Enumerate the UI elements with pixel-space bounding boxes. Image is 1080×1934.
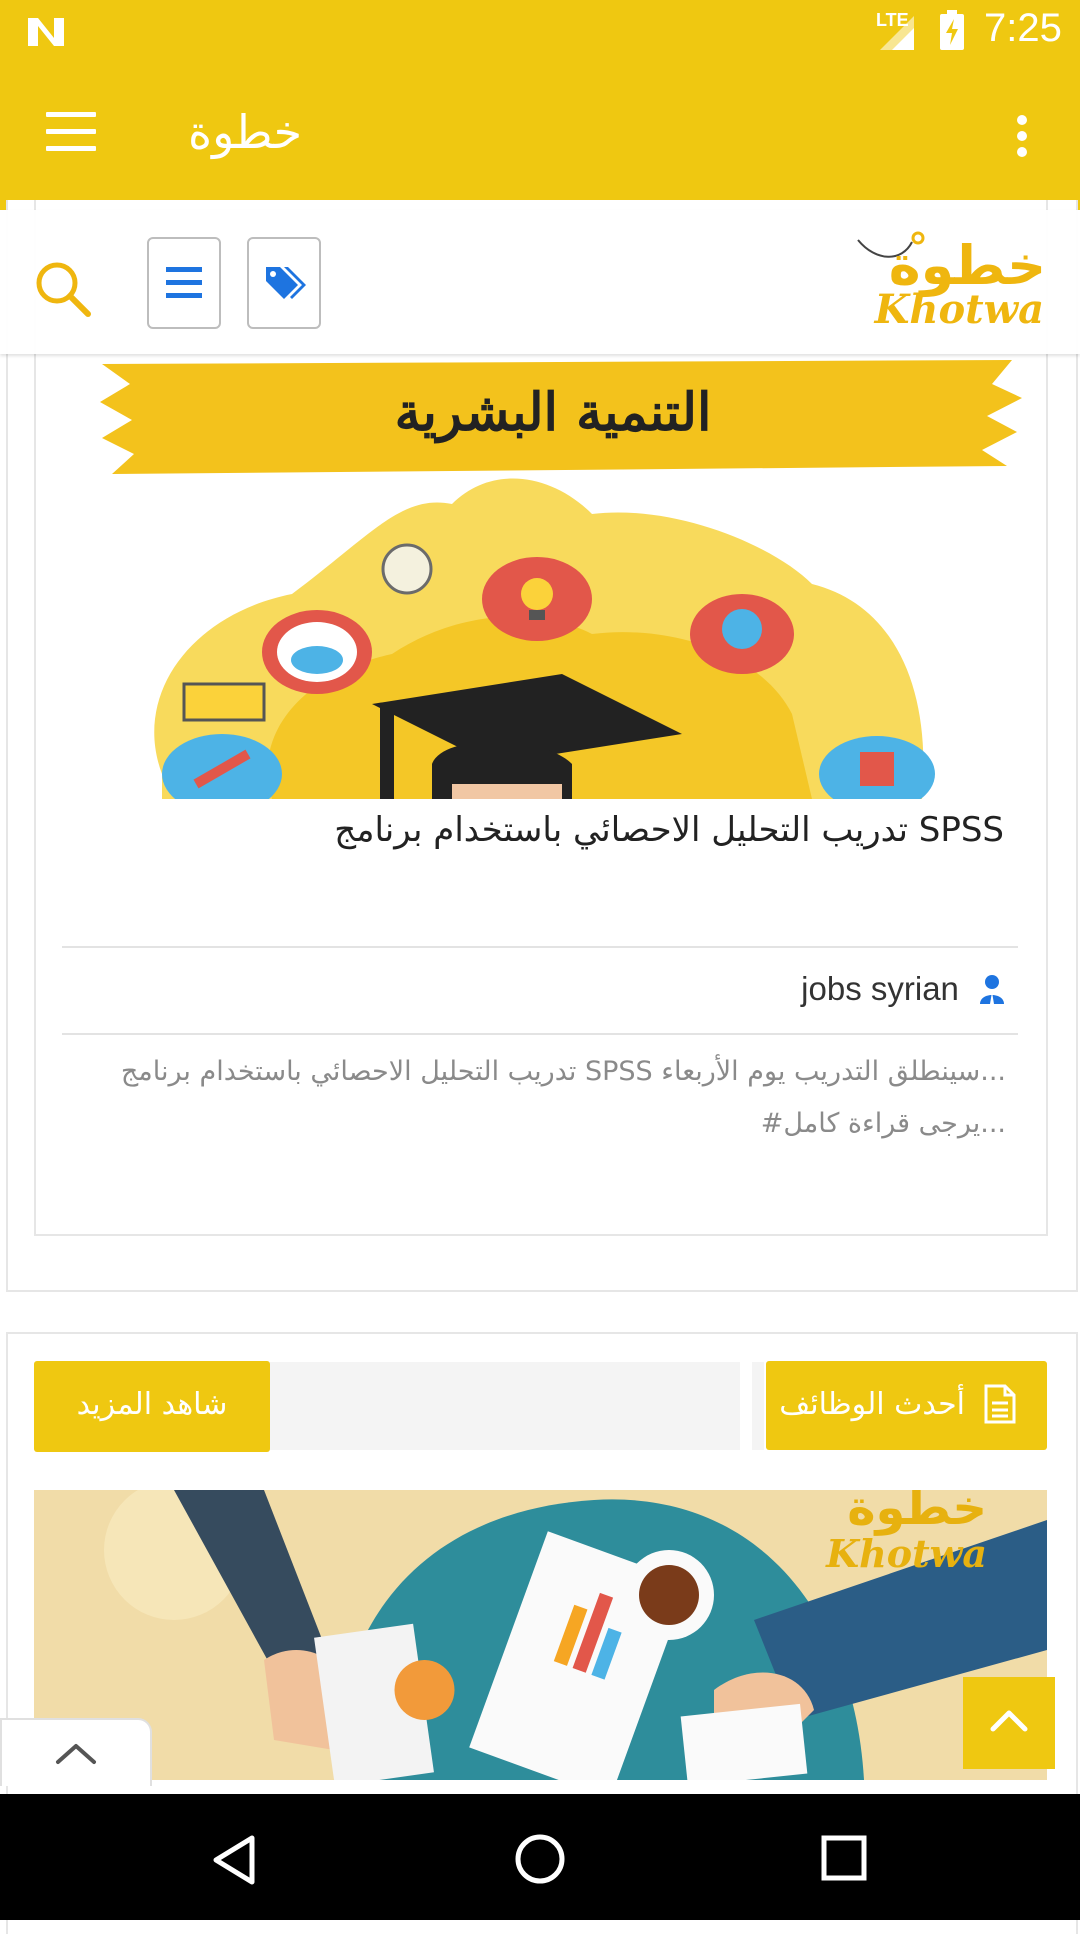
app-bar: خطوة <box>0 63 1080 210</box>
document-icon <box>984 1384 1016 1424</box>
home-icon[interactable] <box>513 1832 567 1886</box>
expand-panel-tab[interactable] <box>0 1718 152 1786</box>
clock: 7:25 <box>984 6 1062 50</box>
list-icon <box>166 267 202 298</box>
site-logo[interactable]: خطوة Khotwa <box>842 228 1048 344</box>
logo-latin-text: Khotwa <box>874 286 1044 333</box>
post-image[interactable]: التنمية البشرية <box>72 354 1034 799</box>
notification-n-icon <box>28 18 64 46</box>
overflow-menu-icon[interactable] <box>1010 115 1034 165</box>
see-more-button[interactable]: شاهد المزيد <box>34 1361 270 1452</box>
back-to-top-button[interactable] <box>963 1677 1055 1769</box>
excerpt-line-2: #يرجى قراءة كامل... <box>760 1108 1006 1139</box>
tags-button[interactable] <box>247 237 321 329</box>
back-icon[interactable] <box>210 1834 258 1886</box>
hamburger-menu-icon[interactable] <box>40 112 100 162</box>
tags-icon <box>266 267 306 299</box>
status-bar: LTE 7:25 <box>0 0 1080 63</box>
categories-button[interactable] <box>147 237 221 329</box>
latest-jobs-label: أحدث الوظائف <box>779 1387 965 1422</box>
latest-jobs-title[interactable]: أحدث الوظائف <box>766 1361 1047 1450</box>
author-row[interactable]: jobs syrian <box>506 970 1006 1020</box>
job-image-logo-latin: Khotwa <box>826 1531 987 1576</box>
battery-charging-icon <box>940 10 964 50</box>
post-title[interactable]: تدريب التحليل الاحصائي باستخدام برنامج S… <box>104 810 1004 850</box>
section-header-bar <box>270 1362 740 1450</box>
divider <box>62 946 1018 948</box>
post-image-caption: التنمية البشرية <box>394 382 712 443</box>
author-name[interactable]: jobs syrian <box>801 970 959 1007</box>
system-nav-bar <box>0 1794 1080 1920</box>
site-toolbar: خطوة Khotwa <box>0 210 1080 354</box>
section-header-separator <box>752 1362 764 1450</box>
recents-icon[interactable] <box>820 1834 868 1882</box>
chevron-up-icon <box>990 1710 1028 1732</box>
chevron-up-icon <box>56 1744 96 1764</box>
job-image-logo-arabic: خطوة <box>847 1490 987 1536</box>
signal-icon <box>880 16 914 50</box>
job-image-logo: خطوة Khotwa <box>826 1490 987 1574</box>
post-excerpt: تدريب التحليل الاحصائي باستخدام برنامج S… <box>66 1046 1006 1150</box>
excerpt-line-1: تدريب التحليل الاحصائي باستخدام برنامج S… <box>120 1056 1006 1087</box>
job-post-image[interactable]: خطوة Khotwa <box>34 1490 1047 1780</box>
divider <box>62 1033 1018 1035</box>
user-icon <box>980 975 1004 1004</box>
search-icon[interactable] <box>34 260 92 318</box>
app-title: خطوة <box>188 105 303 159</box>
